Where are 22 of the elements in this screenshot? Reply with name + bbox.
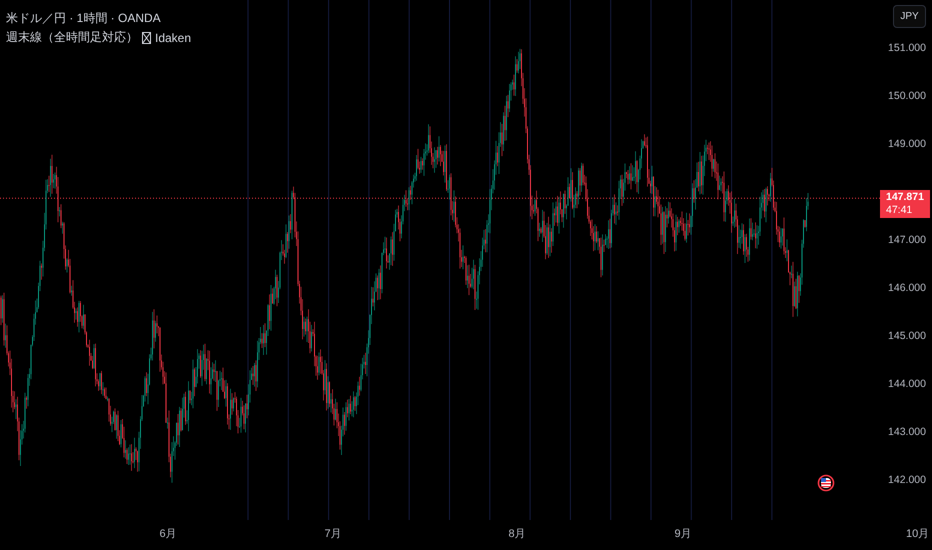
missing-glyph-icon	[142, 32, 151, 44]
price-label: 144.000	[888, 378, 926, 390]
indicator-name: 週末線（全時間足対応）	[6, 29, 138, 46]
bar-countdown: 47:41	[886, 204, 914, 218]
month-label: 6月	[159, 527, 177, 541]
price-label: 146.000	[888, 282, 926, 294]
month-label: 7月	[324, 527, 342, 541]
price-label: 150.000	[888, 90, 926, 102]
price-label: 142.000	[888, 474, 926, 486]
price-label: 145.000	[888, 330, 926, 342]
flag-icon[interactable]	[818, 474, 834, 492]
price-label: 149.000	[888, 138, 926, 150]
month-label: 9月	[674, 527, 692, 541]
last-price: 147.871	[886, 191, 925, 204]
author-name: Idaken	[155, 30, 192, 44]
price-label: 151.000	[888, 42, 926, 54]
price-label: 147.000	[888, 234, 926, 246]
month-label: 10月	[906, 527, 930, 541]
currency-button[interactable]: JPY	[893, 5, 926, 28]
price-label: 143.000	[888, 426, 926, 438]
symbol-title: 米ドル／円 · 1時間 · OANDA	[6, 10, 162, 27]
month-label: 8月	[508, 527, 526, 541]
